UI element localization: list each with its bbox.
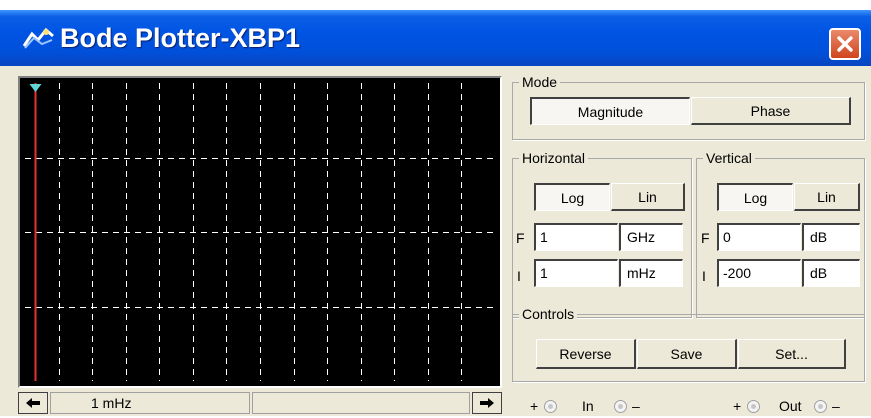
close-button[interactable] [829, 28, 861, 60]
horizontal-initial-label: I [517, 268, 521, 284]
out-plus-sign: + [733, 398, 742, 414]
bode-plot-display[interactable] [18, 76, 502, 388]
cursor-left-button[interactable] [18, 392, 48, 414]
title-bar[interactable]: Bode Plotter-XBP1 [0, 10, 871, 66]
horizontal-initial-input[interactable]: 1 [534, 259, 618, 287]
bode-plot-area[interactable] [25, 83, 495, 381]
phase-button[interactable]: Phase [691, 97, 851, 125]
vertical-log-button[interactable]: Log [717, 183, 793, 211]
in-label: In [582, 398, 594, 414]
left-arrow-icon [26, 398, 40, 408]
mode-group: Mode Magnitude Phase [512, 73, 865, 140]
out-plus-terminal[interactable] [747, 400, 760, 413]
cursor-right-button[interactable] [472, 392, 502, 414]
out-minus-terminal[interactable] [814, 400, 827, 413]
in-minus-sign: – [632, 398, 640, 414]
out-minus-sign: – [832, 398, 840, 414]
mode-legend: Mode [519, 73, 561, 91]
save-button[interactable]: Save [637, 339, 737, 369]
horizontal-log-button[interactable]: Log [534, 183, 610, 211]
horizontal-final-label: F [516, 230, 525, 246]
vertical-final-input[interactable]: 0 [717, 223, 801, 251]
status-bar: 1 mHz [18, 392, 502, 414]
in-plus-sign: + [530, 398, 539, 414]
window-title: Bode Plotter-XBP1 [60, 23, 301, 53]
in-plus-terminal[interactable] [544, 400, 557, 413]
bode-plotter-window: Bode Plotter-XBP1 1 mHz Mode Magnitude P… [0, 10, 871, 416]
controls-legend: Controls [519, 305, 578, 323]
vertical-legend: Vertical [703, 149, 755, 167]
vertical-final-unit[interactable]: dB [802, 223, 860, 251]
vertical-initial-label: I [702, 268, 706, 284]
horizontal-group: Horizontal Log Lin F 1 GHz I 1 mHz [512, 149, 692, 318]
horizontal-lin-button[interactable]: Lin [611, 183, 685, 211]
vertical-final-label: F [701, 230, 710, 246]
in-minus-terminal[interactable] [614, 400, 627, 413]
horizontal-final-input[interactable]: 1 [534, 223, 618, 251]
out-label: Out [779, 398, 802, 414]
close-icon [837, 36, 853, 52]
terminals-row: + In – + Out – [530, 398, 865, 418]
vertical-initial-unit[interactable]: dB [802, 259, 860, 287]
horizontal-legend: Horizontal [519, 149, 589, 167]
cursor-readout: 1 mHz [50, 392, 250, 414]
vertical-group: Vertical Log Lin F 0 dB I -200 dB [696, 149, 865, 318]
set-button[interactable]: Set... [738, 339, 846, 369]
horizontal-initial-unit[interactable]: mHz [619, 259, 683, 287]
vertical-lin-button[interactable]: Lin [794, 183, 860, 211]
horizontal-final-unit[interactable]: GHz [619, 223, 683, 251]
right-arrow-icon [480, 398, 494, 408]
controls-group: Controls Reverse Save Set... [512, 305, 865, 382]
vertical-initial-input[interactable]: -200 [717, 259, 801, 287]
reverse-button[interactable]: Reverse [536, 339, 636, 369]
bode-plotter-icon [22, 28, 54, 49]
magnitude-button[interactable]: Magnitude [530, 97, 690, 125]
cursor-marker-icon[interactable] [29, 84, 42, 92]
status-empty-cell [252, 392, 470, 414]
